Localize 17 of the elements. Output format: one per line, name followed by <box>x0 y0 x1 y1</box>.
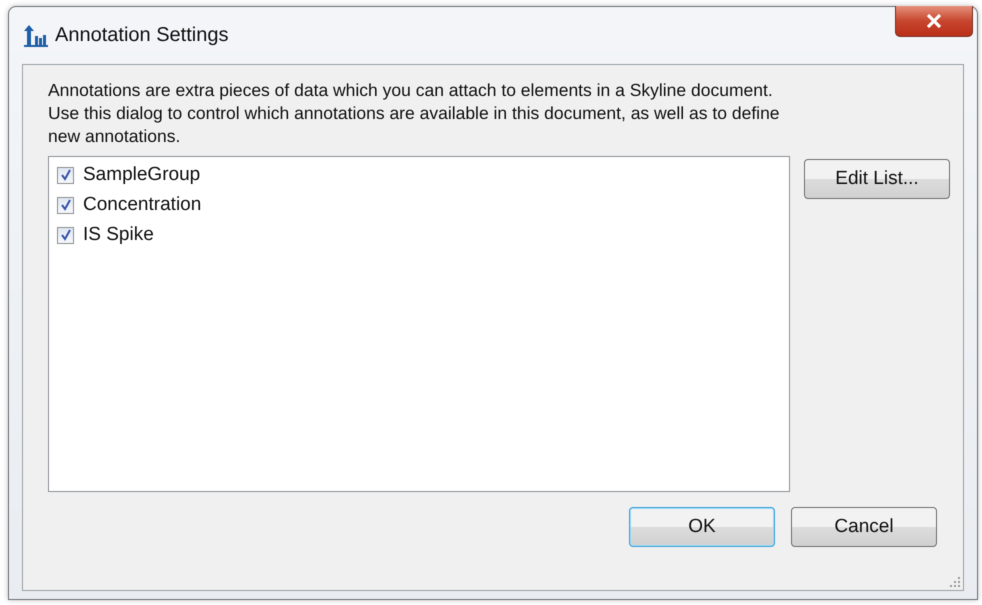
ok-button[interactable]: OK <box>629 507 775 547</box>
checkbox[interactable] <box>57 226 74 244</box>
close-button[interactable] <box>895 6 973 37</box>
checkbox[interactable] <box>57 196 74 214</box>
resize-grip-icon[interactable] <box>949 576 961 588</box>
app-icon <box>23 24 49 48</box>
close-icon <box>926 14 942 28</box>
edit-list-button[interactable]: Edit List... <box>804 159 950 199</box>
checkbox[interactable] <box>57 166 74 184</box>
annotation-label[interactable]: IS Spike <box>83 224 154 246</box>
cancel-button[interactable]: Cancel <box>791 507 937 547</box>
annotation-label[interactable]: SampleGroup <box>83 164 200 186</box>
annotation-label[interactable]: Concentration <box>83 194 202 216</box>
description-text: Annotations are extra pieces of data which you can attach to elements in a Skyline document. <box>48 79 773 102</box>
window-title: Annotation Settings <box>55 24 228 47</box>
description-text: new annotations. <box>48 125 180 148</box>
description-text: Use this dialog to control which annotations are available in this document, as well as to define <box>48 102 780 125</box>
